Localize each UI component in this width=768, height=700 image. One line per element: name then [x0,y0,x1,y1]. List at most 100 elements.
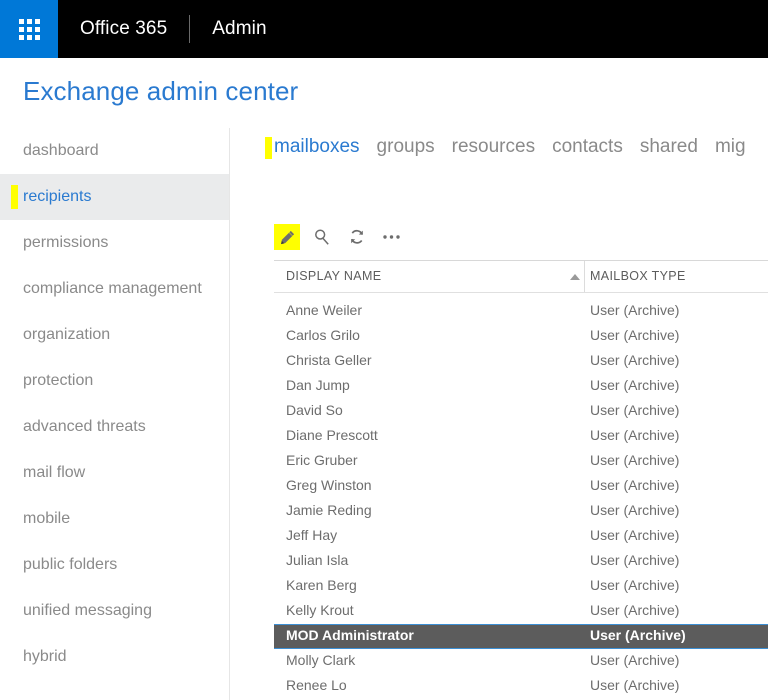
table-body: Anne Weiler User (Archive) Carlos Grilo Use… [274,299,768,699]
sidebar-item-label: protection [23,372,94,389]
sidebar-item-label: mail flow [23,464,86,481]
cell-display-name: Jamie Reding [286,502,372,518]
cell-display-name: Julian Isla [286,552,349,568]
tab-contacts[interactable]: contacts [552,136,623,158]
cell-mailbox-type: User (Archive) [590,352,680,368]
column-header-mailbox-type[interactable]: MAILBOX TYPE [590,269,686,283]
tab-resources[interactable]: resources [452,136,535,158]
table-row[interactable]: Carlos Grilo User (Archive) [274,324,768,349]
tab-label: groups [376,136,435,157]
waffle-dot [26,26,32,32]
sidebar-item-label: dashboard [23,142,99,159]
table-row[interactable]: MOD Administrator User (Archive) [274,624,768,649]
cell-mailbox-type: User (Archive) [590,527,680,543]
sidebar-item-organization[interactable]: organization [0,312,229,358]
sidebar-item-label: organization [23,326,111,343]
pivot-tabs: mailboxes groups resources contacts shared mi… [265,136,763,159]
table-header-row: DISPLAY NAME MAILBOX TYPE [274,260,768,293]
sidebar-item-mail-flow[interactable]: mail flow [0,450,229,496]
table-row[interactable]: Molly Clark User (Archive) [274,649,768,674]
waffle-dot [18,34,24,40]
table-row[interactable]: Eric Gruber User (Archive) [274,449,768,474]
cell-mailbox-type: User (Archive) [590,327,680,343]
refresh-icon[interactable] [344,224,370,250]
cell-display-name: Eric Gruber [286,452,358,468]
command-toolbar [274,224,414,250]
table-row[interactable]: Dan Jump User (Archive) [274,374,768,399]
cell-display-name: David So [286,402,343,418]
selection-marker-icon [11,185,18,209]
sidebar-item-label: unified messaging [23,602,152,619]
cell-mailbox-type: User (Archive) [590,477,680,493]
cell-display-name: MOD Administrator [286,627,414,643]
cell-mailbox-type: User (Archive) [590,302,680,318]
table-row[interactable]: Christa Geller User (Archive) [274,349,768,374]
sidebar-nav: dashboard recipients permissions compliance… [0,128,230,700]
sidebar-item-dashboard[interactable]: dashboard [0,128,229,174]
table-row[interactable]: Anne Weiler User (Archive) [274,299,768,324]
table-row[interactable]: David So User (Archive) [274,399,768,424]
sort-ascending-icon[interactable] [570,274,580,280]
cell-mailbox-type: User (Archive) [590,652,680,668]
tab-mig[interactable]: mig [715,136,746,158]
selection-marker-icon [265,137,272,159]
more-ellipsis-icon[interactable] [379,224,405,250]
sidebar-item-label: recipients [23,188,92,205]
sidebar-item-permissions[interactable]: permissions [0,220,229,266]
sidebar-item-mobile[interactable]: mobile [0,496,229,542]
table-row[interactable]: Diane Prescott User (Archive) [274,424,768,449]
sidebar-item-protection[interactable]: protection [0,358,229,404]
app-launcher-waffle-icon[interactable] [0,0,58,58]
suite-bar: Office 365 Admin [0,0,768,58]
cell-display-name: Anne Weiler [286,302,363,318]
cell-display-name: Jeff Hay [286,527,338,543]
cell-display-name: Karen Berg [286,577,357,593]
table-row[interactable]: Greg Winston User (Archive) [274,474,768,499]
cell-display-name: Diane Prescott [286,427,378,443]
cell-display-name: Dan Jump [286,377,350,393]
sidebar-item-label: advanced threats [23,418,146,435]
cell-mailbox-type: User (Archive) [590,627,686,643]
tab-mailboxes[interactable]: mailboxes [265,136,360,159]
cell-mailbox-type: User (Archive) [590,427,680,443]
tab-groups[interactable]: groups [377,136,435,158]
tab-shared[interactable]: shared [640,136,698,158]
cell-mailbox-type: User (Archive) [590,577,680,593]
sidebar-item-unified-messaging[interactable]: unified messaging [0,588,229,634]
sidebar-item-advanced-threats[interactable]: advanced threats [0,404,229,450]
sidebar-item-label: permissions [23,234,109,251]
waffle-dot [18,18,24,24]
sidebar-item-recipients[interactable]: recipients [0,174,229,220]
page-title: Exchange admin center [23,76,299,106]
cell-display-name: Renee Lo [286,677,347,693]
table-row[interactable]: Kelly Krout User (Archive) [274,599,768,624]
cell-mailbox-type: User (Archive) [590,602,680,618]
column-header-display-name[interactable]: DISPLAY NAME [286,269,381,283]
sidebar-item-hybrid[interactable]: hybrid [0,634,229,680]
suite-brand-label[interactable]: Office 365 [58,18,167,40]
cell-mailbox-type: User (Archive) [590,502,680,518]
sidebar-item-public-folders[interactable]: public folders [0,542,229,588]
search-magnifier-icon[interactable] [309,224,335,250]
waffle-dot [26,18,32,24]
table-row[interactable]: Karen Berg User (Archive) [274,574,768,599]
cell-mailbox-type: User (Archive) [590,552,680,568]
table-row[interactable]: Renee Lo User (Archive) [274,674,768,699]
pencil-edit-icon[interactable] [274,224,300,250]
sidebar-item-label: public folders [23,556,118,573]
column-divider [584,261,585,292]
tab-label: contacts [552,136,623,157]
waffle-grid [18,18,40,40]
table-row[interactable]: Jamie Reding User (Archive) [274,499,768,524]
cell-display-name: Greg Winston [286,477,372,493]
table-row[interactable]: Jeff Hay User (Archive) [274,524,768,549]
table-row[interactable]: Julian Isla User (Archive) [274,549,768,574]
cell-mailbox-type: User (Archive) [590,677,680,693]
cell-display-name: Christa Geller [286,352,372,368]
waffle-dot [34,18,40,24]
sidebar-item-compliance-management[interactable]: compliance management [0,266,229,312]
suite-app-label[interactable]: Admin [190,18,266,40]
sidebar-item-label: mobile [23,510,71,527]
waffle-dot [18,26,24,32]
waffle-dot [26,34,32,40]
